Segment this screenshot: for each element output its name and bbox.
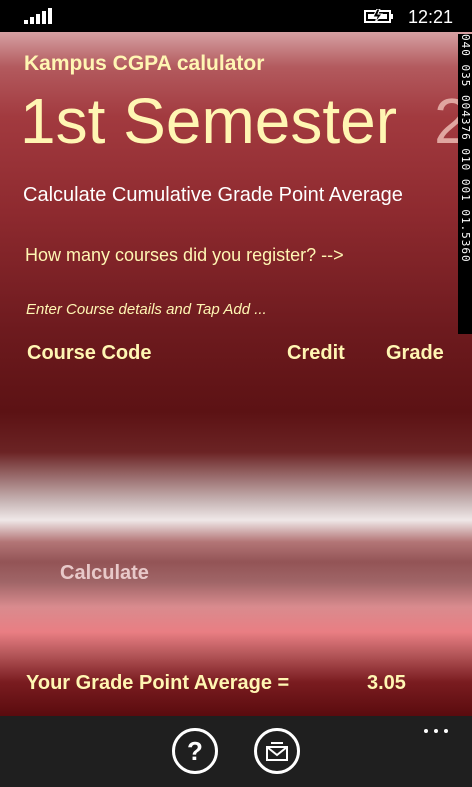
- help-button[interactable]: ?: [172, 728, 218, 774]
- page-subtitle: Calculate Cumulative Grade Point Average: [23, 184, 403, 206]
- signal-strength-icon: [24, 8, 54, 24]
- application-bar: ?: [0, 716, 472, 787]
- app-title: Kampus CGPA calulator: [24, 52, 265, 75]
- mail-button[interactable]: [254, 728, 300, 774]
- clock: 12:21: [408, 7, 454, 27]
- status-bar: 12:21: [0, 0, 472, 32]
- gpa-value: 3.05: [367, 672, 406, 694]
- column-header-credit: Credit: [287, 342, 345, 364]
- column-header-grade: Grade: [386, 342, 444, 364]
- help-icon: ?: [187, 736, 203, 766]
- mail-icon: [266, 742, 288, 761]
- gpa-label: Your Grade Point Average =: [26, 672, 290, 694]
- calculate-button[interactable]: Calculate: [60, 562, 149, 585]
- course-count-prompt[interactable]: How many courses did you register? -->: [25, 245, 344, 266]
- column-header-course-code: Course Code: [27, 342, 152, 364]
- instruction-hint: Enter Course details and Tap Add ...: [26, 301, 267, 318]
- battery-charging-icon: [364, 9, 393, 23]
- pivot-header-current[interactable]: 1st Semester: [20, 84, 397, 158]
- frame-rate-counter: 040 035 004376 010 001 01.5360: [458, 34, 472, 334]
- pivot-page: Kampus CGPA calulator 1st Semester 2 Cal…: [0, 32, 472, 716]
- frame-rate-counter-text: 040 035 004376 010 001 01.5360: [459, 34, 472, 263]
- more-icon[interactable]: [422, 726, 452, 736]
